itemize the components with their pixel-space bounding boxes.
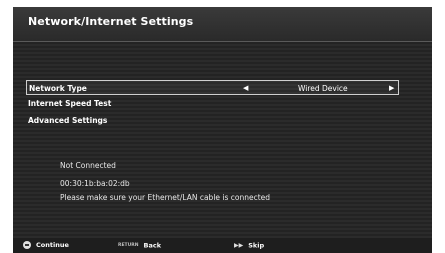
content-area [13,42,432,238]
network-type-value: Wired Device [298,84,348,93]
connection-message: Please make sure your Ethernet/LAN cable… [60,193,271,202]
ok-button-icon [23,241,31,249]
footer-continue[interactable]: Continue [23,240,69,251]
settings-screen: Network/Internet Settings Network Type ◀… [13,7,432,253]
menu-item-internet-speed-test[interactable]: Internet Speed Test [26,96,399,111]
footer-back[interactable]: RETURN Back [118,240,161,252]
mac-address: 00:30:1b:ba:02:db [60,179,130,188]
skip-label: Skip [248,241,265,250]
header-bar: Network/Internet Settings [13,7,432,41]
menu-item-label: Network Type [29,84,87,93]
left-arrow-icon[interactable]: ◀ [243,81,248,96]
menu-item-label: Internet Speed Test [28,99,112,108]
return-key-icon: RETURN [118,243,139,248]
menu-item-label: Advanced Settings [28,116,108,125]
right-arrow-icon[interactable]: ▶ [389,81,394,96]
menu-item-advanced-settings[interactable]: Advanced Settings [26,113,399,128]
back-label: Back [143,241,162,250]
continue-label: Continue [36,241,69,249]
connection-status: Not Connected [60,161,116,170]
page-title: Network/Internet Settings [28,15,194,28]
fast-forward-icon: ▶▶ [234,242,244,249]
footer-bar: Continue RETURN Back ▶▶ Skip [13,238,432,253]
footer-skip[interactable]: ▶▶ Skip [234,240,264,252]
menu-item-network-type[interactable]: Network Type ◀ Wired Device ▶ [26,80,399,95]
